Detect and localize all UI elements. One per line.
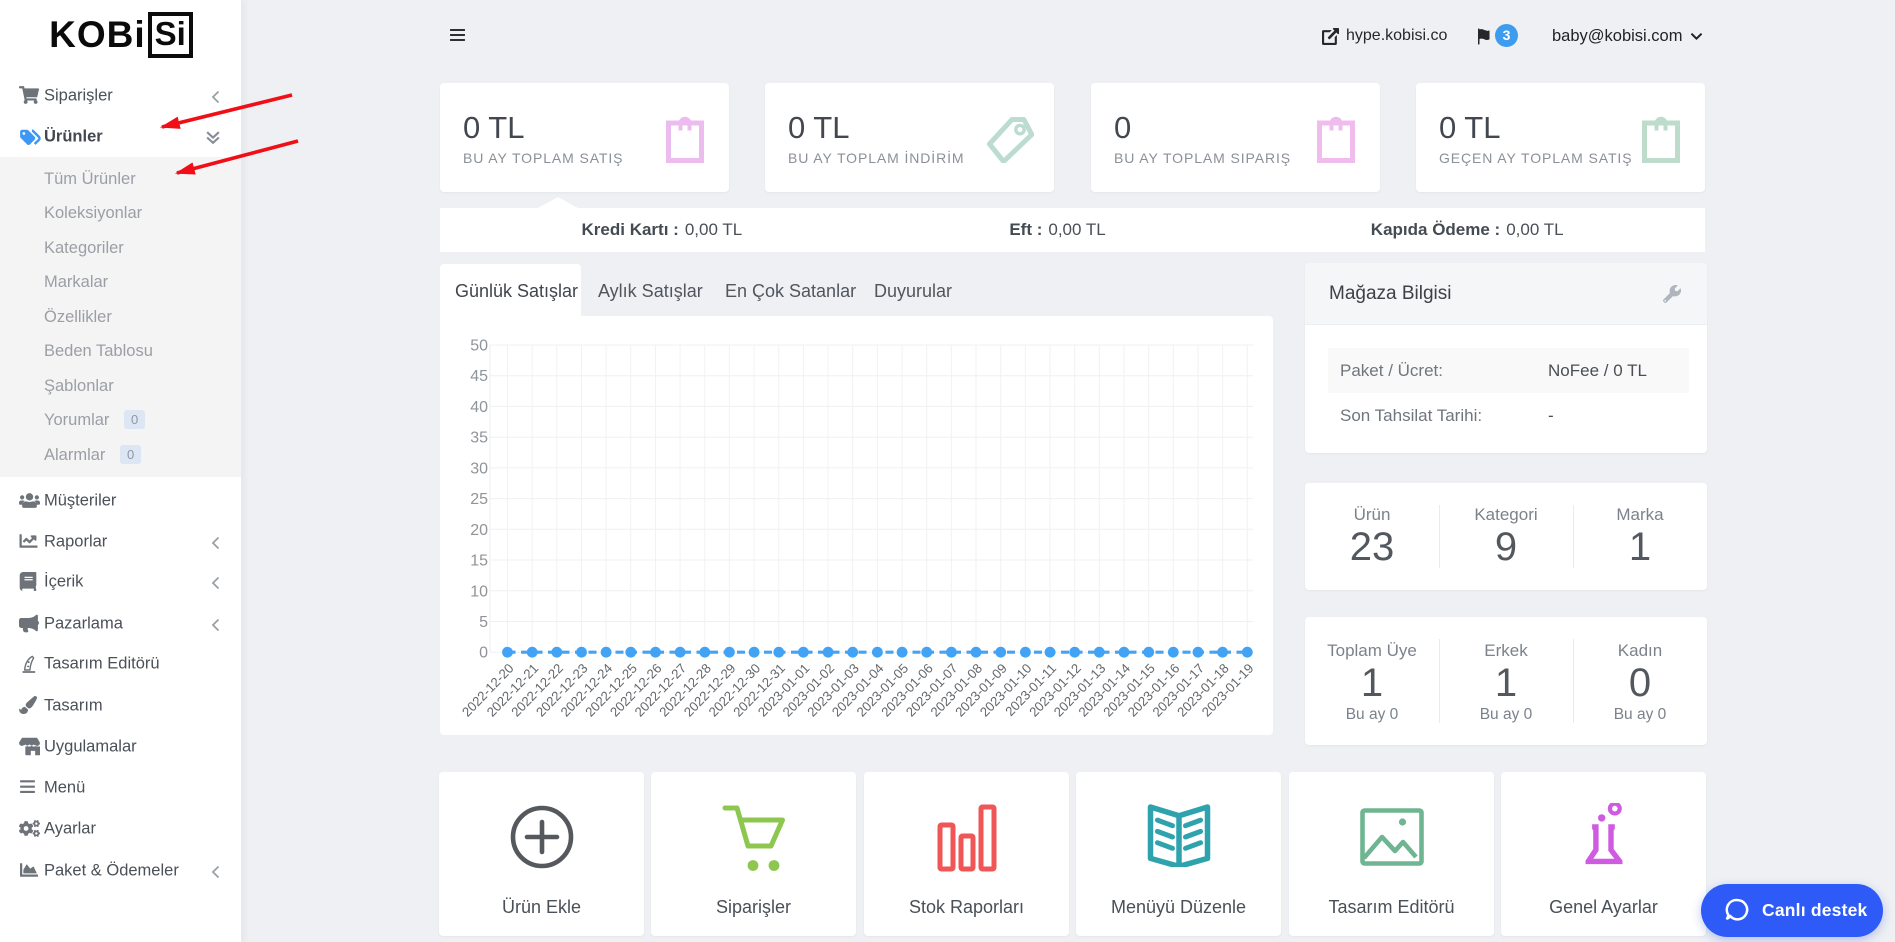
svg-text:20: 20 <box>470 522 488 539</box>
svg-text:45: 45 <box>470 368 488 385</box>
svg-text:0: 0 <box>479 645 488 662</box>
svg-text:50: 50 <box>470 338 488 355</box>
svg-text:40: 40 <box>470 399 488 416</box>
svg-text:10: 10 <box>470 583 488 600</box>
svg-text:15: 15 <box>470 553 488 570</box>
svg-text:30: 30 <box>470 460 488 477</box>
svg-text:5: 5 <box>479 614 488 631</box>
svg-text:35: 35 <box>470 430 488 447</box>
svg-text:25: 25 <box>470 491 488 508</box>
